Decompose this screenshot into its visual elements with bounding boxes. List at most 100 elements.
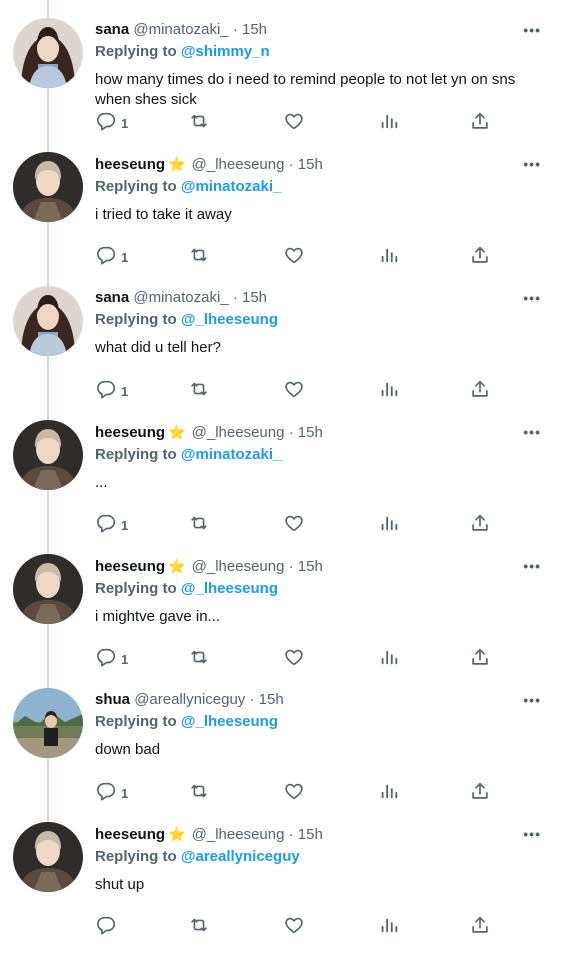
share-button[interactable] [469, 378, 491, 405]
tweet-header: shua @areallyniceguy · 15h [95, 690, 523, 710]
display-name[interactable]: sana [95, 289, 129, 306]
timestamp[interactable]: 15h [298, 826, 323, 843]
avatar[interactable] [13, 688, 83, 758]
tweet[interactable]: heeseung ⭐ @_lheeseung · 15h Replying to @… [0, 804, 563, 938]
retweet-icon [188, 914, 210, 941]
more-options-icon[interactable]: ••• [523, 424, 541, 440]
tweet-actions: 1 [95, 378, 505, 404]
analytics-button[interactable] [378, 512, 400, 539]
tweet-header: heeseung ⭐ @_lheeseung · 15h [95, 824, 523, 845]
analytics-button[interactable] [378, 110, 400, 137]
retweet-button[interactable] [188, 512, 210, 539]
reply-button[interactable]: 1 [95, 646, 128, 673]
more-options-icon[interactable]: ••• [523, 692, 541, 708]
reply-button[interactable] [95, 914, 121, 941]
user-handle[interactable]: @minatozaki_ [133, 289, 228, 306]
reply-target-link[interactable]: @minatozaki_ [181, 178, 282, 195]
retweet-button[interactable] [188, 244, 210, 271]
tweet[interactable]: sana @minatozaki_ · 15h Replying to @shim… [0, 0, 563, 134]
display-name[interactable]: heeseung [95, 826, 165, 843]
like-button[interactable] [283, 512, 305, 539]
tweet-body: sana @minatozaki_ · 15h Replying to @_lhe… [95, 288, 523, 358]
heart-icon [283, 378, 305, 405]
more-options-icon[interactable]: ••• [523, 22, 541, 38]
reply-button[interactable]: 1 [95, 512, 128, 539]
tweet-header: sana @minatozaki_ · 15h [95, 20, 523, 40]
display-name[interactable]: heeseung [95, 424, 165, 441]
bar-chart-icon [378, 110, 400, 137]
timestamp[interactable]: 15h [298, 156, 323, 173]
share-icon [469, 646, 491, 673]
reply-icon [95, 646, 117, 673]
reply-target-link[interactable]: @shimmy_n [181, 43, 270, 60]
analytics-button[interactable] [378, 914, 400, 941]
separator-dot: · [288, 558, 294, 575]
tweet-header: heeseung ⭐ @_lheeseung · 15h [95, 154, 523, 175]
replying-to-label: Replying to [95, 848, 177, 865]
user-handle[interactable]: @_lheeseung [192, 558, 285, 575]
timestamp[interactable]: 15h [242, 289, 267, 306]
reply-target-link[interactable]: @areallyniceguy [181, 848, 300, 865]
user-handle[interactable]: @_lheeseung [192, 424, 285, 441]
timestamp[interactable]: 15h [298, 558, 323, 575]
user-handle[interactable]: @areallyniceguy [134, 691, 245, 708]
like-button[interactable] [283, 244, 305, 271]
avatar[interactable] [13, 822, 83, 892]
retweet-button[interactable] [188, 110, 210, 137]
retweet-button[interactable] [188, 378, 210, 405]
reply-target-link[interactable]: @_lheeseung [181, 580, 278, 597]
analytics-button[interactable] [378, 378, 400, 405]
tweet-text: i tried to take it away [95, 206, 232, 223]
retweet-button[interactable] [188, 914, 210, 941]
avatar[interactable] [13, 554, 83, 624]
user-handle[interactable]: @_lheeseung [192, 826, 285, 843]
analytics-button[interactable] [378, 244, 400, 271]
display-name[interactable]: heeseung [95, 156, 165, 173]
display-name[interactable]: sana [95, 21, 129, 38]
avatar[interactable] [13, 18, 83, 88]
analytics-button[interactable] [378, 646, 400, 673]
like-button[interactable] [283, 780, 305, 807]
tweet[interactable]: shua @areallyniceguy · 15h Replying to @_… [0, 670, 563, 804]
reply-button[interactable]: 1 [95, 780, 128, 807]
timestamp[interactable]: 15h [242, 21, 267, 38]
reply-button[interactable]: 1 [95, 110, 128, 137]
avatar[interactable] [13, 420, 83, 490]
share-button[interactable] [469, 780, 491, 807]
avatar[interactable] [13, 286, 83, 356]
retweet-button[interactable] [188, 646, 210, 673]
tweet[interactable]: sana @minatozaki_ · 15h Replying to @_lhe… [0, 268, 563, 402]
analytics-button[interactable] [378, 780, 400, 807]
avatar[interactable] [13, 152, 83, 222]
like-button[interactable] [283, 378, 305, 405]
tweet[interactable]: heeseung ⭐ @_lheeseung · 15h Replying to @… [0, 134, 563, 268]
like-button[interactable] [283, 646, 305, 673]
retweet-button[interactable] [188, 780, 210, 807]
share-button[interactable] [469, 244, 491, 271]
separator-dot: · [232, 21, 238, 38]
share-button[interactable] [469, 110, 491, 137]
reply-button[interactable]: 1 [95, 378, 128, 405]
share-button[interactable] [469, 914, 491, 941]
user-handle[interactable]: @minatozaki_ [133, 21, 228, 38]
reply-target-link[interactable]: @_lheeseung [181, 311, 278, 328]
reply-target-link[interactable]: @minatozaki_ [181, 446, 282, 463]
more-options-icon[interactable]: ••• [523, 290, 541, 306]
more-options-icon[interactable]: ••• [523, 826, 541, 842]
tweet[interactable]: heeseung ⭐ @_lheeseung · 15h Replying to @… [0, 536, 563, 670]
display-name[interactable]: heeseung [95, 558, 165, 575]
timestamp[interactable]: 15h [298, 424, 323, 441]
timestamp[interactable]: 15h [259, 691, 284, 708]
like-button[interactable] [283, 110, 305, 137]
reply-button[interactable]: 1 [95, 244, 128, 271]
share-button[interactable] [469, 512, 491, 539]
share-button[interactable] [469, 646, 491, 673]
bar-chart-icon [378, 914, 400, 941]
like-button[interactable] [283, 914, 305, 941]
more-options-icon[interactable]: ••• [523, 156, 541, 172]
more-options-icon[interactable]: ••• [523, 558, 541, 574]
reply-target-link[interactable]: @_lheeseung [181, 713, 278, 730]
display-name[interactable]: shua [95, 691, 130, 708]
user-handle[interactable]: @_lheeseung [192, 156, 285, 173]
tweet[interactable]: heeseung ⭐ @_lheeseung · 15h Replying to @… [0, 402, 563, 536]
